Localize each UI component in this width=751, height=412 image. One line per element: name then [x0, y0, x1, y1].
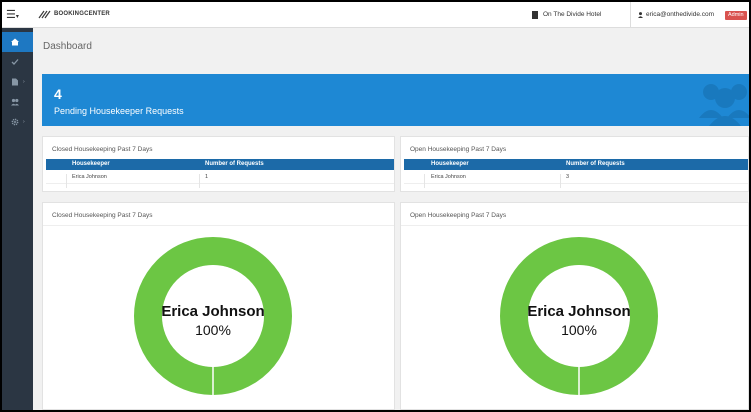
- closed-housekeeping-chart-panel: Closed Housekeeping Past 7 Days Erica Jo…: [42, 202, 395, 410]
- chart-center-percent: 100%: [195, 322, 231, 338]
- role-badge: Admin: [725, 11, 747, 20]
- chevron-right-icon: ›: [23, 79, 25, 85]
- cell-housekeeper: Erica Johnson: [431, 174, 466, 180]
- column-header-housekeeper[interactable]: Housekeeper: [72, 161, 110, 167]
- table-row: Erica Johnson 3: [404, 170, 748, 188]
- table-header: Housekeeper Number of Requests: [404, 159, 748, 170]
- panel-title: Closed Housekeeping Past 7 Days: [52, 146, 153, 153]
- hotel-name: On The Divide Hotel: [543, 11, 602, 18]
- divider: [630, 2, 631, 28]
- divider: [401, 225, 748, 226]
- panel-title: Open Housekeeping Past 7 Days: [410, 212, 507, 219]
- brand-name[interactable]: BOOKINGCENTER: [54, 11, 110, 17]
- menu-icon[interactable]: ☰▾: [6, 8, 19, 21]
- table-row: Erica Johnson 1: [46, 170, 394, 188]
- top-bar: ☰▾ BOOKINGCENTER On The Divide Hotel eri…: [2, 2, 749, 28]
- home-icon: [11, 38, 19, 46]
- brand-logo-icon[interactable]: [38, 10, 52, 19]
- page-title: Dashboard: [43, 41, 92, 52]
- sidebar-item-users[interactable]: [2, 92, 33, 112]
- sidebar-item-dashboard[interactable]: [2, 32, 33, 52]
- cell-requests: 1: [205, 174, 209, 180]
- app-window: ☰▾ BOOKINGCENTER On The Divide Hotel eri…: [2, 2, 749, 410]
- column-divider: [424, 174, 425, 188]
- chart-center-percent: 100%: [561, 322, 597, 338]
- column-header-requests[interactable]: Number of Requests: [205, 161, 264, 167]
- table-header: Housekeeper Number of Requests: [46, 159, 394, 170]
- closed-housekeeping-table-panel: Closed Housekeeping Past 7 Days Housekee…: [42, 136, 395, 192]
- sidebar-item-documents[interactable]: ›: [2, 72, 33, 92]
- user-icon: [638, 12, 643, 18]
- stat-count: 4: [54, 86, 62, 102]
- donut-chart[interactable]: Erica Johnson 100%: [132, 235, 294, 397]
- page-header: Dashboard: [33, 28, 749, 66]
- column-divider: [560, 174, 561, 188]
- column-header-housekeeper[interactable]: Housekeeper: [431, 161, 469, 167]
- chevron-right-icon: ›: [23, 119, 25, 125]
- open-housekeeping-table-panel: Open Housekeeping Past 7 Days Housekeepe…: [400, 136, 749, 192]
- column-divider: [199, 174, 200, 188]
- gear-icon: [11, 118, 19, 126]
- document-icon: [12, 78, 18, 86]
- building-icon: [532, 11, 538, 19]
- check-icon: [11, 59, 19, 65]
- donut-chart[interactable]: Erica Johnson 100%: [498, 235, 660, 397]
- column-divider: [66, 174, 67, 188]
- user-menu[interactable]: erica@onthedivide.com: [638, 2, 714, 28]
- open-housekeeping-chart-panel: Open Housekeeping Past 7 Days Erica John…: [400, 202, 749, 410]
- column-header-requests[interactable]: Number of Requests: [566, 161, 625, 167]
- users-icon: [699, 84, 749, 126]
- chart-center-label: Erica Johnson: [527, 303, 630, 320]
- sidebar-item-settings[interactable]: ›: [2, 112, 33, 132]
- user-email: erica@onthedivide.com: [646, 11, 715, 18]
- pending-requests-stat[interactable]: 4 Pending Housekeeper Requests: [42, 74, 749, 126]
- hotel-selector[interactable]: On The Divide Hotel: [532, 2, 601, 28]
- users-icon: [11, 98, 19, 106]
- panel-title: Closed Housekeeping Past 7 Days: [52, 212, 153, 219]
- sidebar: › ›: [2, 28, 33, 410]
- panel-title: Open Housekeeping Past 7 Days: [410, 146, 507, 153]
- stat-label: Pending Housekeeper Requests: [54, 106, 184, 116]
- chart-center-label: Erica Johnson: [161, 303, 264, 320]
- cell-housekeeper: Erica Johnson: [72, 174, 107, 180]
- sidebar-item-tasks[interactable]: [2, 52, 33, 72]
- divider: [43, 225, 394, 226]
- cell-requests: 3: [566, 174, 570, 180]
